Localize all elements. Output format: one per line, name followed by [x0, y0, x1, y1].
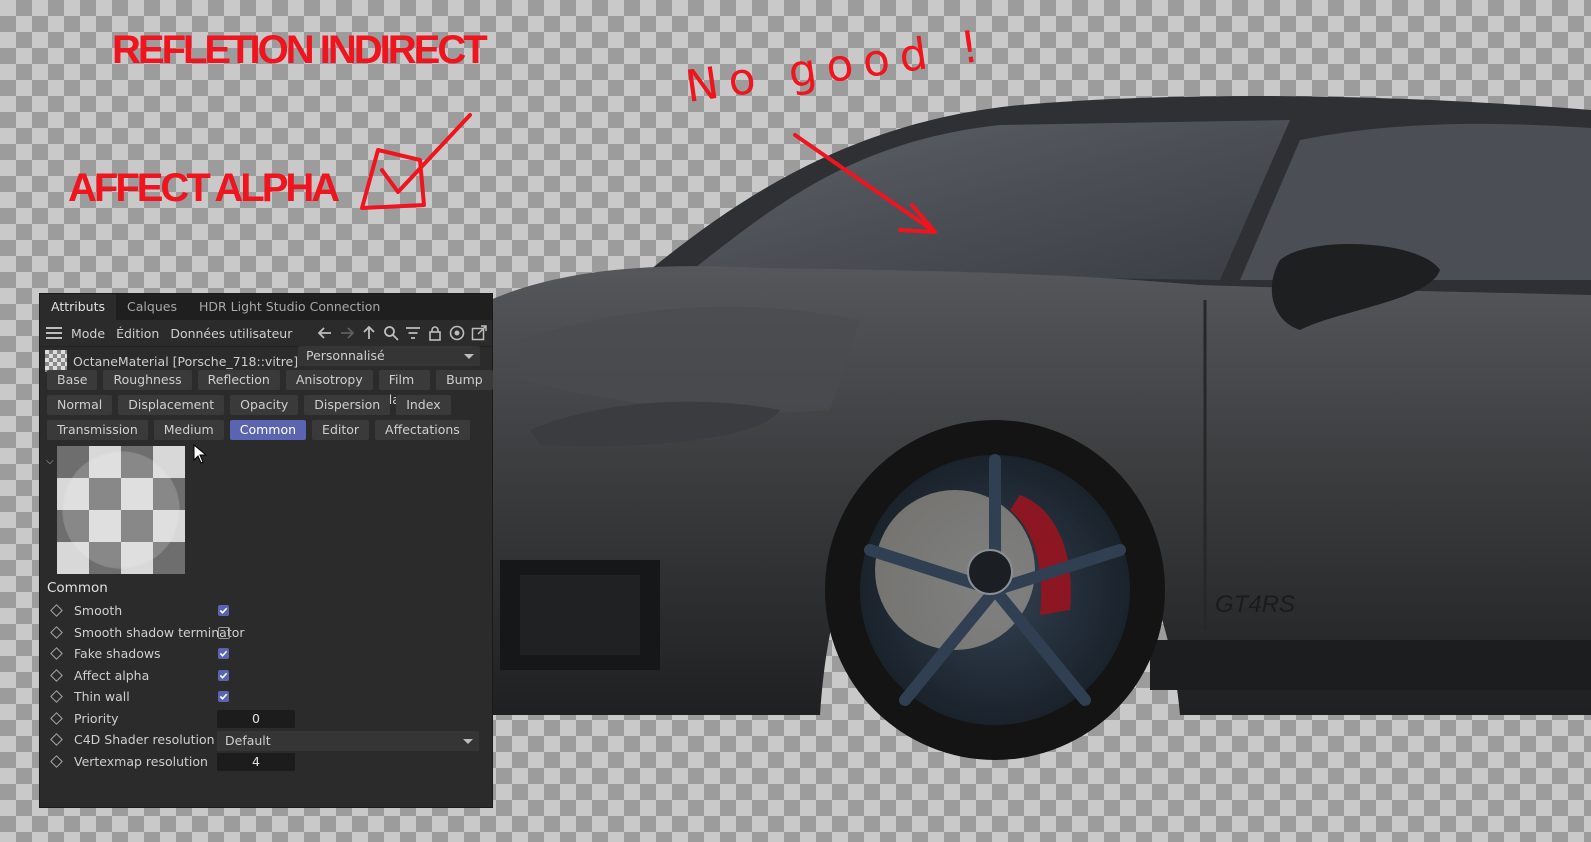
property-label: Thin wall	[74, 689, 130, 705]
channel-opacity-button[interactable]: Opacity	[230, 395, 299, 415]
channel-film-layer-button[interactable]: Film layer	[378, 370, 431, 407]
keyframe-diamond-icon[interactable]	[50, 754, 63, 768]
toolbar	[316, 324, 492, 342]
keyframe-diamond-icon[interactable]	[50, 604, 63, 618]
property-label: Fake shadows	[74, 646, 161, 662]
affect-alpha-checkbox[interactable]	[218, 669, 229, 681]
channel-index-button[interactable]: Index	[396, 395, 451, 415]
menu-edition[interactable]: Édition	[116, 326, 159, 341]
channel-reflection-button[interactable]: Reflection	[197, 370, 280, 390]
attribute-manager-panel: Attributs Calques HDR Light Studio Conne…	[40, 294, 493, 807]
channel-buttons: Base Roughness Reflection Anisotropy Fil…	[47, 370, 493, 445]
property-thin-wall: Thin wall	[40, 686, 492, 708]
channel-base-button[interactable]: Base	[47, 370, 98, 390]
channel-common-button[interactable]: Common	[229, 420, 307, 440]
channel-affectations-button[interactable]: Affectations	[375, 420, 470, 440]
property-priority: Priority 0	[40, 708, 492, 730]
chevron-down-icon	[463, 739, 473, 744]
annotation-refletion-indirect: REFLETION INDIRECT	[112, 28, 488, 72]
smooth-checkbox[interactable]	[218, 605, 229, 616]
mouse-cursor-icon	[193, 444, 207, 464]
keyframe-diamond-icon[interactable]	[50, 668, 63, 682]
keyframe-diamond-icon[interactable]	[50, 690, 63, 704]
property-label: Smooth	[74, 603, 123, 619]
keyframe-diamond-icon[interactable]	[50, 625, 63, 639]
tab-calques[interactable]: Calques	[116, 294, 188, 320]
preset-value: Personnalisé	[306, 348, 385, 363]
material-thumbnail	[45, 350, 67, 372]
channel-displacement-button[interactable]: Displacement	[118, 395, 225, 415]
keyframe-diamond-icon[interactable]	[50, 647, 63, 661]
lock-icon[interactable]	[426, 324, 444, 342]
arrow-left-icon[interactable]	[316, 324, 334, 342]
arrow-up-icon[interactable]	[360, 324, 378, 342]
thin-wall-checkbox[interactable]	[218, 691, 229, 702]
property-smooth-shadow-terminator: Smooth shadow terminator	[40, 622, 492, 644]
external-icon[interactable]	[470, 324, 488, 342]
search-icon[interactable]	[382, 324, 400, 342]
material-name: OctaneMaterial [Porsche_718::vitre]	[73, 353, 299, 369]
hamburger-menu-icon[interactable]	[46, 327, 62, 339]
vertexmap-resolution-input[interactable]: 4	[217, 752, 295, 771]
priority-input[interactable]: 0	[217, 709, 295, 728]
panel-menubar: Mode Édition Données utilisateur	[40, 320, 492, 347]
car-hub	[967, 549, 1013, 595]
menu-mode[interactable]: Mode	[71, 326, 105, 341]
property-label: C4D Shader resolution	[74, 732, 215, 748]
tab-attributs[interactable]: Attributs	[40, 294, 117, 320]
c4d-shader-resolution-select[interactable]: Default	[217, 731, 479, 751]
keyframe-diamond-icon[interactable]	[50, 711, 63, 725]
properties-list: Smooth Smooth shadow terminator Fake sha…	[40, 600, 492, 772]
channel-transmission-button[interactable]: Transmission	[47, 420, 148, 440]
channel-editor-button[interactable]: Editor	[312, 420, 370, 440]
menu-donnees-utilisateur[interactable]: Données utilisateur	[170, 326, 292, 341]
fake-shadows-checkbox[interactable]	[218, 648, 229, 659]
channel-bump-button[interactable]: Bump	[436, 370, 493, 390]
property-label: Priority	[74, 710, 119, 726]
property-smooth: Smooth	[40, 600, 492, 622]
car-badge: GT4RS	[1215, 591, 1295, 618]
material-preview	[57, 446, 185, 574]
smooth-shadow-terminator-checkbox[interactable]	[218, 626, 230, 639]
channel-roughness-button[interactable]: Roughness	[103, 370, 192, 390]
channel-dispersion-button[interactable]: Dispersion	[304, 395, 391, 415]
property-label: Affect alpha	[74, 667, 150, 683]
property-c4d-shader-resolution: C4D Shader resolution Default	[40, 729, 492, 751]
panel-tabs: Attributs Calques HDR Light Studio Conne…	[40, 294, 492, 320]
chevron-down-icon	[464, 354, 474, 359]
property-affect-alpha: Affect alpha	[40, 665, 492, 687]
preset-dropdown[interactable]: Personnalisé	[298, 346, 480, 366]
collapse-chevron-icon[interactable]: ⌵	[46, 456, 54, 467]
channel-medium-button[interactable]: Medium	[153, 420, 224, 440]
property-vertexmap-resolution: Vertexmap resolution 4	[40, 751, 492, 773]
property-fake-shadows: Fake shadows	[40, 643, 492, 665]
select-value: Default	[225, 733, 271, 748]
channel-normal-button[interactable]: Normal	[47, 395, 113, 415]
keyframe-diamond-icon[interactable]	[50, 733, 63, 747]
filter-icon[interactable]	[404, 324, 422, 342]
tab-hdr-light-studio[interactable]: HDR Light Studio Connection	[188, 294, 391, 320]
annotation-affect-alpha: AFFECT ALPHA	[68, 166, 340, 210]
property-label: Vertexmap resolution	[74, 753, 208, 769]
section-title-common: Common	[47, 580, 108, 596]
arrow-right-icon[interactable]	[338, 324, 356, 342]
target-icon[interactable]	[448, 324, 466, 342]
channel-anisotropy-button[interactable]: Anisotropy	[285, 370, 373, 390]
